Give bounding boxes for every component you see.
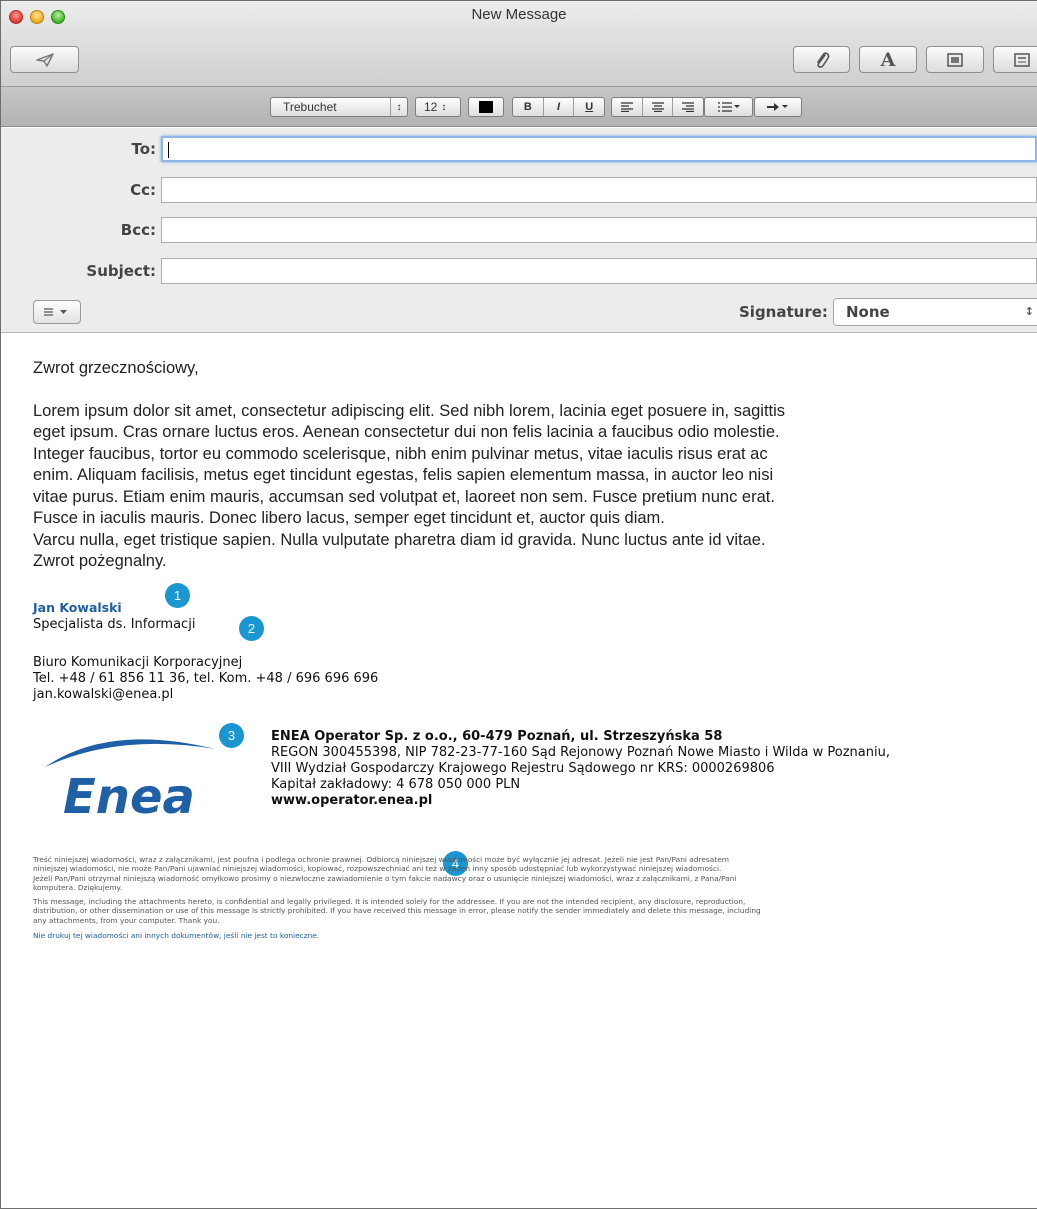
stepper-icon: ↕ bbox=[390, 98, 407, 116]
header-options-button[interactable] bbox=[33, 300, 81, 324]
bold-button[interactable]: B bbox=[513, 98, 544, 116]
align-center-icon bbox=[651, 102, 664, 112]
font-family-value: Trebuchet bbox=[283, 100, 337, 114]
legal-notice-pl: Treść niniejszej wiadomości, wraz z załą… bbox=[33, 855, 973, 892]
message-headers: To: Cc: Bcc: Subject: Signature: None ↕ bbox=[1, 128, 1037, 333]
list-menu-icon bbox=[44, 308, 67, 316]
window-title: New Message bbox=[471, 6, 567, 23]
align-left-button[interactable] bbox=[612, 98, 643, 116]
legal-line: komputera. Dziękujemy. bbox=[33, 882, 123, 892]
company-capital: Kapitał zakładowy: 4 678 050 000 PLN bbox=[271, 777, 521, 792]
show-fonts-button[interactable]: A bbox=[859, 46, 917, 73]
alignment-group bbox=[611, 97, 704, 117]
bcc-label: Bcc: bbox=[120, 221, 156, 239]
align-right-button[interactable] bbox=[673, 98, 703, 116]
signature-email[interactable]: jan.kowalski@enea.pl bbox=[33, 687, 173, 703]
logo-wordmark: Enea bbox=[63, 769, 195, 819]
italic-button[interactable]: I bbox=[544, 98, 575, 116]
greeting: Zwrot grzecznościowy, bbox=[33, 359, 199, 377]
cc-field[interactable] bbox=[161, 177, 1037, 203]
underline-button[interactable]: U bbox=[574, 98, 604, 116]
signature-label: Signature: bbox=[739, 303, 828, 321]
signature-office: Biuro Komunikacji Korporacyjnej bbox=[33, 655, 243, 670]
color-swatch bbox=[479, 101, 493, 113]
stationery-icon bbox=[1014, 52, 1030, 67]
send-button[interactable] bbox=[10, 46, 79, 73]
signature-select[interactable]: None ↕ bbox=[833, 298, 1037, 326]
message-text: Zwrot grzecznościowy, Lorem ipsum dolor … bbox=[33, 358, 893, 573]
bcc-field[interactable] bbox=[161, 217, 1037, 243]
photo-browser-button[interactable] bbox=[926, 46, 984, 73]
to-row: To: bbox=[1, 136, 1037, 166]
company-info: ENEA Operator Sp. z o.o., 60-479 Poznań,… bbox=[271, 729, 890, 809]
body-line: enim. Aliquam facilisis, metus eget tinc… bbox=[33, 466, 774, 484]
company-registry: REGON 300455398, NIP 782-23-77-160 Sąd R… bbox=[271, 745, 890, 760]
legal-line: distribution, or other dissemination or … bbox=[33, 906, 761, 916]
align-left-icon bbox=[620, 102, 633, 112]
bcc-row: Bcc: bbox=[1, 217, 1037, 247]
cc-row: Cc: bbox=[1, 177, 1037, 207]
legal-line: This message, including the attachments … bbox=[33, 897, 746, 906]
body-line: Integer faucibus, tortor eu commodo scel… bbox=[33, 444, 768, 463]
body-line: Lorem ipsum dolor sit amet, consectetur … bbox=[33, 401, 786, 420]
indent-arrow-icon bbox=[767, 103, 788, 111]
to-label: To: bbox=[131, 140, 156, 158]
format-bar: Trebuchet ↕ 12 ↕ B I U bbox=[1, 87, 1037, 127]
font-size-value: 12 bbox=[424, 100, 438, 114]
photo-browser-icon bbox=[947, 52, 963, 67]
align-center-button[interactable] bbox=[643, 98, 674, 116]
cc-label: Cc: bbox=[130, 181, 156, 199]
body-line: Varcu nulla, eget tristique sapien. Null… bbox=[33, 530, 766, 549]
text-caret bbox=[168, 142, 169, 158]
company-name: ENEA Operator Sp. z o.o., 60-479 Poznań,… bbox=[271, 729, 723, 744]
fonts-label: A bbox=[880, 48, 896, 71]
body-line: eget ipsum. Cras ornare luctus eros. Aen… bbox=[33, 423, 780, 441]
attach-button[interactable] bbox=[793, 46, 850, 73]
body-line: vitae purus. Etiam enim mauris, accumsan… bbox=[33, 487, 775, 506]
paperclip-icon bbox=[816, 51, 829, 68]
text-color-well[interactable] bbox=[468, 97, 504, 117]
company-court: VIII Wydział Gospodarczy Krajowego Rejes… bbox=[271, 761, 775, 776]
subject-row: Subject: bbox=[1, 258, 1037, 288]
signature-name: Jan Kowalski bbox=[33, 600, 122, 615]
subject-field[interactable] bbox=[161, 258, 1037, 284]
align-right-icon bbox=[682, 102, 695, 112]
company-website[interactable]: www.operator.enea.pl bbox=[271, 793, 890, 809]
stationery-button[interactable] bbox=[993, 46, 1037, 73]
to-field[interactable] bbox=[161, 136, 1037, 162]
print-note: Nie drukuj tej wiadomości ani innych dok… bbox=[33, 931, 320, 940]
font-size-select[interactable]: 12 ↕ bbox=[415, 97, 461, 117]
legal-line: Jeżeli Pan/Pani otrzymał niniejszą wiado… bbox=[33, 873, 737, 883]
signature-title: Specjalista ds. Informacji bbox=[33, 617, 196, 632]
stepper-icon: ↕ bbox=[441, 101, 447, 113]
list-style-button[interactable] bbox=[704, 97, 753, 117]
legal-line: Treść niniejszej wiadomości, wraz z załą… bbox=[33, 855, 729, 864]
legal-notice-en: This message, including the attachments … bbox=[33, 897, 973, 925]
paper-plane-icon bbox=[35, 52, 54, 67]
body-line: Fusce in iaculis mauris. Donec libero la… bbox=[33, 509, 665, 527]
text-style-group: B I U bbox=[512, 97, 605, 117]
title-bar: New Message A bbox=[1, 1, 1037, 87]
signature-value: None bbox=[846, 303, 890, 321]
closing: Zwrot pożegnalny. bbox=[33, 552, 167, 570]
subject-label: Subject: bbox=[86, 262, 156, 280]
legal-line: niniejszej wiadomości, nie może Pan/Pani… bbox=[33, 864, 722, 874]
enea-logo: Enea bbox=[45, 739, 215, 819]
signature-phones: Tel. +48 / 61 856 11 36, tel. Kom. +48 /… bbox=[33, 671, 379, 686]
indent-button[interactable] bbox=[754, 97, 802, 117]
message-body[interactable]: Zwrot grzecznościowy, Lorem ipsum dolor … bbox=[1, 334, 1037, 1208]
stepper-icon: ↕ bbox=[1024, 305, 1034, 318]
font-family-select[interactable]: Trebuchet ↕ bbox=[270, 97, 408, 117]
annotation-badge-1: 1 bbox=[165, 583, 190, 608]
compose-window: New Message A Trebuchet ↕ 12 ↕ B I U To:… bbox=[0, 0, 1037, 1209]
list-icon bbox=[717, 102, 740, 112]
annotation-badge-2: 2 bbox=[239, 616, 264, 641]
legal-line: any attachments, from your computer. Tha… bbox=[33, 915, 220, 925]
